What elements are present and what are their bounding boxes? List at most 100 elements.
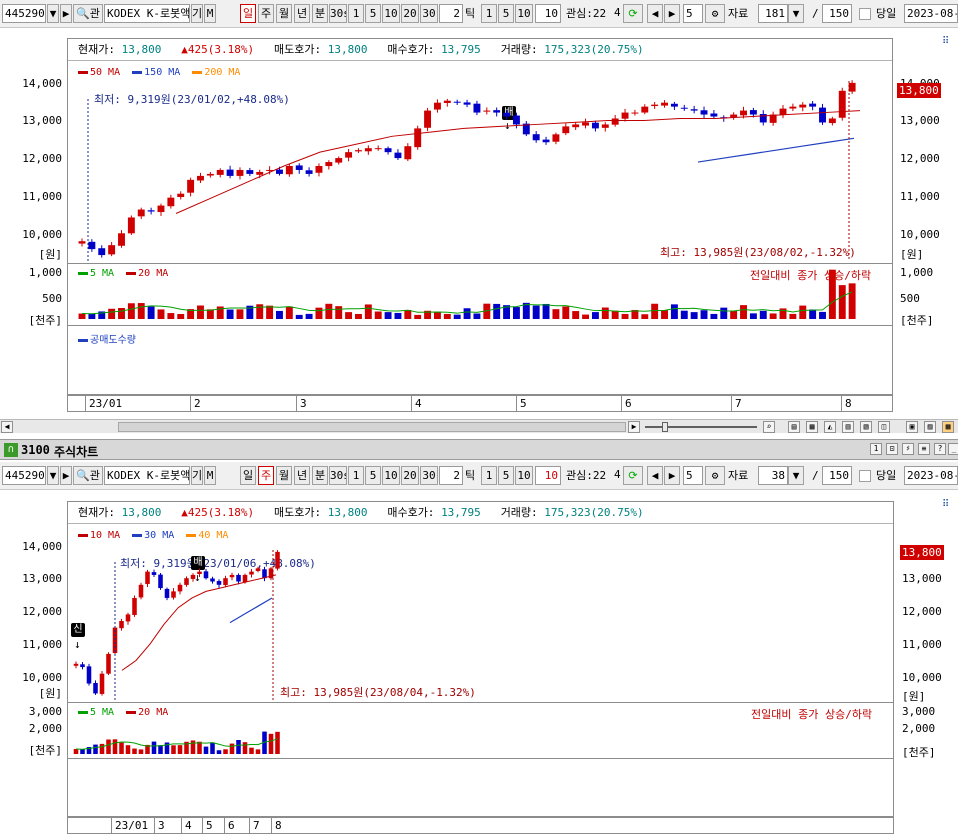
tick-5[interactable]: 5: [498, 4, 514, 23]
period-minute[interactable]: 분: [312, 4, 328, 23]
min-5[interactable]: 5: [365, 466, 381, 485]
min-1[interactable]: 1: [348, 4, 364, 23]
price-info-bar: 현재가: 13,800 ▲425(3.18%) 매도호가: 13,800 매수호…: [68, 39, 892, 61]
period-week[interactable]: 주: [258, 4, 274, 23]
stock-name-search-button[interactable]: 🔍관: [73, 4, 103, 23]
tool-icon-8[interactable]: ▨: [924, 421, 936, 433]
code-dropdown-button[interactable]: ▼: [47, 4, 59, 23]
refresh-icon[interactable]: ⟳: [623, 4, 643, 23]
prev-icon[interactable]: ◀: [647, 466, 663, 485]
tick-input[interactable]: 10: [535, 4, 561, 23]
daily-candle: [680, 107, 688, 109]
tick-1[interactable]: 1: [481, 466, 497, 485]
tick-1[interactable]: 1: [481, 4, 497, 23]
tool-icon-4[interactable]: ▥: [842, 421, 854, 433]
sameday-checkbox[interactable]: [859, 8, 871, 20]
tick-5[interactable]: 5: [498, 466, 514, 485]
stock-code-input[interactable]: 445290: [2, 466, 46, 485]
tick-input[interactable]: 10: [535, 466, 561, 485]
period-week[interactable]: 주: [258, 466, 274, 485]
weekly-candle: [119, 621, 124, 629]
period-day[interactable]: 일: [240, 4, 256, 23]
weekly-volume-bar: [268, 733, 274, 754]
spin-input[interactable]: 5: [683, 4, 703, 23]
chart-scrollbar[interactable]: ◀ ▶ ⌕ ▤ ▦ ◭ ▥ ▧ ◫ ▣ ▨ ▩: [0, 419, 958, 433]
help-icon[interactable]: ?: [934, 443, 946, 455]
spin-input[interactable]: 5: [683, 466, 703, 485]
stock-code-input[interactable]: 445290: [2, 4, 46, 23]
play-icon[interactable]: ▶: [60, 466, 72, 485]
scroll-track[interactable]: [118, 422, 626, 432]
tool-icon-2[interactable]: ▦: [806, 421, 818, 433]
min-1[interactable]: 1: [348, 466, 364, 485]
min-5[interactable]: 5: [365, 4, 381, 23]
stock-name-search-button[interactable]: 🔍관: [73, 466, 103, 485]
period-minute[interactable]: 분: [312, 466, 328, 485]
period-day[interactable]: 일: [240, 466, 256, 485]
scroll-right-icon[interactable]: ▶: [628, 421, 640, 433]
sameday-checkbox[interactable]: [859, 470, 871, 482]
win-btn-4[interactable]: ≡: [918, 443, 930, 455]
expand-icon[interactable]: ⠿: [942, 36, 949, 47]
next-icon[interactable]: ▶: [664, 4, 680, 23]
refresh-icon[interactable]: ⟳: [623, 466, 643, 485]
data-total-input[interactable]: 150: [822, 4, 852, 23]
window-title-bar[interactable]: ∩ 3100 주식차트 1 ⊡ ♯ ≡ ? _: [0, 439, 958, 460]
period-30s[interactable]: 30s: [329, 4, 347, 23]
gear-icon[interactable]: ⚙: [705, 4, 725, 23]
tool-icon-9[interactable]: ▩: [942, 421, 954, 433]
weekly-candle: [197, 571, 202, 574]
zoom-slider-handle[interactable]: [662, 422, 668, 432]
data-count-dropdown[interactable]: ▼: [788, 466, 804, 485]
zoom-search-icon[interactable]: ⌕: [763, 421, 775, 433]
date-input[interactable]: 2023-08-0: [904, 466, 958, 485]
flag-m[interactable]: M: [204, 4, 216, 23]
tool-icon-7[interactable]: ▣: [906, 421, 918, 433]
period-month[interactable]: 월: [276, 4, 292, 23]
min-30[interactable]: 30: [420, 4, 438, 23]
scroll-left-icon[interactable]: ◀: [1, 421, 13, 433]
tool-icon-3[interactable]: ◭: [824, 421, 836, 433]
win-btn-1[interactable]: 1: [870, 443, 882, 455]
flag-gi[interactable]: 기: [191, 466, 203, 485]
weekly-ytick-11000: 11,000: [22, 638, 62, 651]
tool-icon-6[interactable]: ◫: [878, 421, 890, 433]
win-btn-2[interactable]: ⊡: [886, 443, 898, 455]
date-input[interactable]: 2023-08-0: [904, 4, 958, 23]
period-year[interactable]: 년: [294, 466, 310, 485]
tool-icon-1[interactable]: ▤: [788, 421, 800, 433]
code-dropdown-button[interactable]: ▼: [47, 466, 59, 485]
data-count-dropdown[interactable]: ▼: [788, 4, 804, 23]
tick-10[interactable]: 10: [515, 466, 533, 485]
win-btn-3[interactable]: ♯: [902, 443, 914, 455]
min-20[interactable]: 20: [401, 4, 419, 23]
flag-m[interactable]: M: [204, 466, 216, 485]
daily-ytick-12000: 12,000: [22, 152, 62, 165]
daily-candle: [127, 217, 135, 234]
minute-input[interactable]: 2: [439, 466, 463, 485]
period-month[interactable]: 월: [276, 466, 292, 485]
divider-line-2: [68, 325, 892, 326]
tick-10[interactable]: 10: [515, 4, 533, 23]
daily-volume-bar: [572, 311, 580, 319]
min-30[interactable]: 30: [420, 466, 438, 485]
tool-icon-5[interactable]: ▧: [860, 421, 872, 433]
gear-icon[interactable]: ⚙: [705, 466, 725, 485]
prev-icon[interactable]: ◀: [647, 4, 663, 23]
data-total-input[interactable]: 150: [822, 466, 852, 485]
next-icon[interactable]: ▶: [664, 466, 680, 485]
minimize-icon[interactable]: _: [948, 443, 958, 455]
period-year[interactable]: 년: [294, 4, 310, 23]
data-count-input[interactable]: 181: [758, 4, 788, 23]
data-count-input[interactable]: 38: [758, 466, 788, 485]
flag-gi[interactable]: 기: [191, 4, 203, 23]
expand-icon[interactable]: ⠿: [942, 499, 949, 510]
daily-candle: [433, 102, 441, 110]
min-10[interactable]: 10: [382, 466, 400, 485]
min-10[interactable]: 10: [382, 4, 400, 23]
minute-input[interactable]: 2: [439, 4, 463, 23]
daily-candle: [512, 115, 520, 125]
min-20[interactable]: 20: [401, 466, 419, 485]
period-30s[interactable]: 30s: [329, 466, 347, 485]
play-icon[interactable]: ▶: [60, 4, 72, 23]
